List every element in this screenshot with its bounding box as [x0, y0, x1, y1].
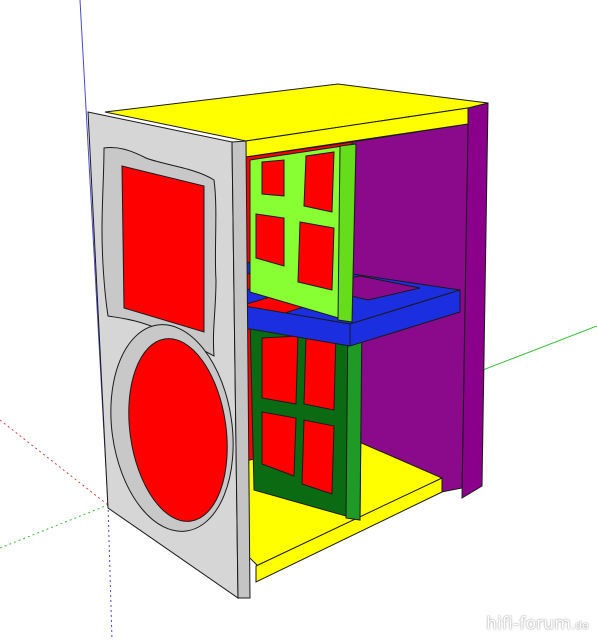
front-baffle [87, 111, 251, 599]
blue-axis-dotted [107, 504, 113, 640]
watermark-logo: hifi-forum.de [486, 614, 589, 634]
upper-brace [249, 143, 357, 323]
red-axis-dotted [0, 419, 109, 506]
tweeter-opening [121, 165, 205, 333]
3d-model-canvas[interactable] [0, 0, 597, 640]
sketchup-viewport[interactable]: hifi-forum.de [0, 0, 597, 640]
green-axis-dotted [0, 504, 109, 549]
